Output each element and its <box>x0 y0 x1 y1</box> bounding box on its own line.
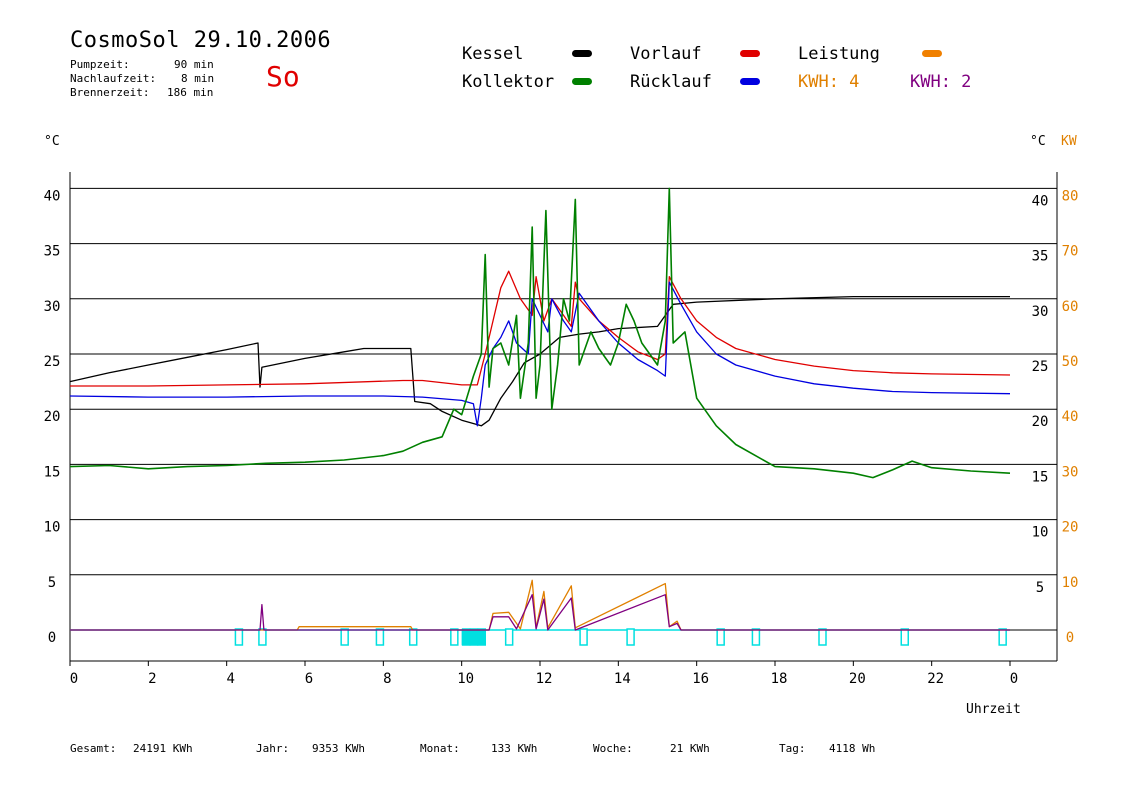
y-tick-label-left: 5 <box>48 575 56 591</box>
series-line-kwh <box>70 594 1010 631</box>
x-tick-label: 14 <box>614 671 631 687</box>
y-tick-label-kw: 60 <box>1062 299 1079 315</box>
status-marker <box>998 628 1007 646</box>
footer-total-label: Gesamt: <box>70 742 117 755</box>
status-marker <box>900 628 909 646</box>
y-tick-label-right: 5 <box>1036 580 1044 596</box>
y-tick-label-kw: 20 <box>1062 520 1079 536</box>
y-tick-label-left: 20 <box>44 409 61 425</box>
y-tick-label-right: 30 <box>1032 304 1049 320</box>
x-tick-label: 0 <box>1010 671 1018 687</box>
footer-week-value: 21 KWh <box>670 742 710 755</box>
series-line-kollektor <box>69 187 1011 479</box>
status-marker <box>504 628 514 646</box>
y-tick-label-kw: 50 <box>1062 354 1079 370</box>
status-marker <box>340 628 349 646</box>
status-marker <box>258 628 267 646</box>
y-tick-label-kw: 0 <box>1066 630 1074 646</box>
status-marker <box>234 628 244 646</box>
status-marker <box>579 628 588 646</box>
y-tick-label-left: 25 <box>44 354 61 370</box>
x-tick-label: 6 <box>305 671 313 687</box>
x-tick-label: 20 <box>849 671 866 687</box>
series-line-leistung <box>70 579 1010 631</box>
y-tick-label-left: 40 <box>44 188 61 204</box>
y-tick-label-right: 15 <box>1032 469 1049 485</box>
y-tick-label-right: 20 <box>1032 414 1049 430</box>
footer-total-value: 24191 KWh <box>133 742 193 755</box>
y-tick-label-kw: 70 <box>1062 244 1079 260</box>
y-tick-label-left: 10 <box>44 520 61 536</box>
y-tick-label-kw: 30 <box>1062 464 1079 480</box>
y-tick-label-kw: 10 <box>1062 575 1079 591</box>
status-marker <box>626 628 635 646</box>
x-tick-label: 8 <box>383 671 391 687</box>
x-tick-label: 10 <box>457 671 474 687</box>
status-marker <box>450 628 459 646</box>
y-tick-label-right: 35 <box>1032 249 1049 265</box>
y-tick-label-left: 15 <box>44 464 61 480</box>
y-tick-label-right: 10 <box>1032 525 1049 541</box>
x-tick-label: 16 <box>692 671 709 687</box>
x-tick-label: 18 <box>771 671 788 687</box>
footer-month-value: 133 KWh <box>491 742 538 755</box>
x-tick-label: 12 <box>536 671 553 687</box>
x-tick-label: 2 <box>148 671 156 687</box>
status-marker <box>716 628 725 646</box>
temperature-chart: 0510152025303540510152025303540010203040… <box>44 172 1079 687</box>
status-marker <box>818 628 827 646</box>
x-tick-label: 0 <box>70 671 78 687</box>
status-marker <box>751 628 761 646</box>
y-tick-label-kw: 80 <box>1062 188 1079 204</box>
status-block <box>461 630 486 645</box>
footer-year-label: Jahr: <box>256 742 290 755</box>
y-tick-label-right: 40 <box>1032 193 1049 209</box>
y-tick-label-left: 30 <box>44 299 61 315</box>
status-marker <box>408 628 418 646</box>
footer-week-label: Woche: <box>593 742 633 755</box>
y-tick-label-left: 35 <box>44 244 61 260</box>
footer-year-value: 9353 KWh <box>312 742 365 755</box>
footer-day-label: Tag: <box>779 742 806 755</box>
footer-month-label: Monat: <box>420 742 460 755</box>
y-tick-label-left: 0 <box>48 630 56 646</box>
y-tick-label-right: 25 <box>1032 359 1049 375</box>
y-tick-label-kw: 40 <box>1062 409 1079 425</box>
x-tick-label: 4 <box>226 671 234 687</box>
x-tick-label: 22 <box>927 671 944 687</box>
status-marker <box>375 628 385 646</box>
footer-day-value: 4118 Wh <box>829 742 876 755</box>
